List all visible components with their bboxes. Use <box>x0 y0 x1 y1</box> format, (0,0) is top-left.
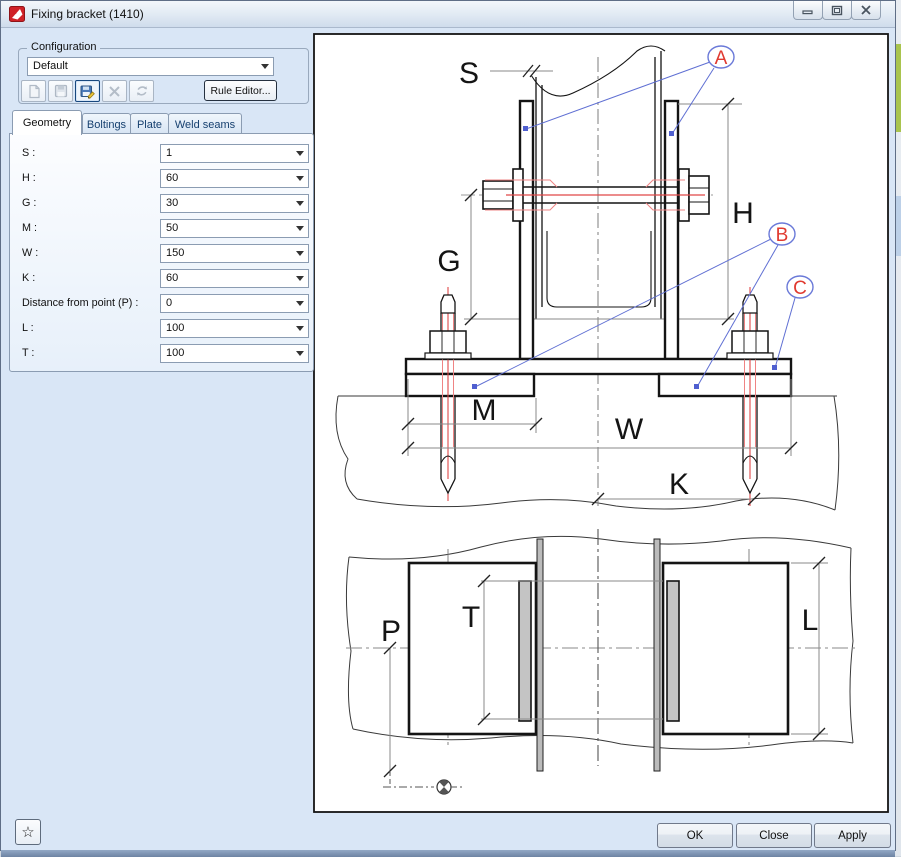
field-g-combo[interactable]: 30 <box>160 194 309 213</box>
save-config-button[interactable] <box>48 80 73 102</box>
chevron-down-icon <box>292 170 308 187</box>
field-l-label: L : <box>22 322 34 334</box>
packing-plate-left <box>406 374 534 396</box>
restore-button[interactable] <box>822 1 852 20</box>
configuration-selected-value: Default <box>33 60 68 72</box>
field-p-value: 0 <box>166 297 172 309</box>
field-m-combo[interactable]: 50 <box>160 219 309 238</box>
column-wall-left-plan <box>537 539 543 771</box>
chevron-down-icon <box>292 220 308 237</box>
column-wall-right-plan <box>654 539 660 771</box>
close-dialog-button[interactable]: Close <box>736 823 812 848</box>
geometry-panel: S : H : G : M : W : K : Distance from po… <box>9 133 314 372</box>
packing-plate-right <box>659 374 791 396</box>
rule-editor-button[interactable]: Rule Editor... <box>204 80 277 101</box>
field-h-combo[interactable]: 60 <box>160 169 309 188</box>
window-controls <box>794 1 881 20</box>
bracket-plate-left <box>520 101 533 359</box>
new-page-icon <box>27 84 41 99</box>
restore-icon <box>831 5 843 16</box>
chevron-down-icon <box>292 145 308 162</box>
new-config-button[interactable] <box>21 80 46 102</box>
close-icon <box>860 5 872 15</box>
dim-label-l: L <box>802 604 819 637</box>
field-w-value: 150 <box>166 247 184 259</box>
configuration-toolbar <box>21 80 154 102</box>
field-p-label: Distance from point (P) : <box>22 297 138 309</box>
bracket-plate-right-plan <box>667 581 679 721</box>
field-p-combo[interactable]: 0 <box>160 294 309 313</box>
refresh-icon <box>135 84 149 98</box>
tab-weld-seams[interactable]: Weld seams <box>168 113 242 135</box>
field-t-combo[interactable]: 100 <box>160 344 309 363</box>
tab-geometry[interactable]: Geometry <box>12 110 82 135</box>
field-w-combo[interactable]: 150 <box>160 244 309 263</box>
favorites-button[interactable]: ☆ <box>15 819 41 845</box>
dialog-window: Fixing bracket (1410) Configuration <box>0 0 896 851</box>
field-k-combo[interactable]: 60 <box>160 269 309 288</box>
field-k-label: K : <box>22 272 35 284</box>
app-icon <box>9 6 25 22</box>
balloon-b-letter: B <box>776 225 789 246</box>
tab-boltings[interactable]: Boltings <box>82 113 131 135</box>
chevron-down-icon <box>292 245 308 262</box>
ok-button[interactable]: OK <box>657 823 733 848</box>
close-button[interactable] <box>851 1 881 20</box>
chevron-down-icon <box>292 270 308 287</box>
field-g-label: G : <box>22 197 36 209</box>
chevron-down-icon <box>257 58 273 75</box>
dim-label-w: W <box>615 413 644 446</box>
field-w-label: W : <box>22 247 38 259</box>
minimize-icon <box>802 5 814 15</box>
balloon-a-letter: A <box>715 48 728 69</box>
plan-plate-left <box>409 563 536 734</box>
refresh-config-button[interactable] <box>129 80 154 102</box>
dim-label-s: S <box>459 57 479 90</box>
field-m-value: 50 <box>166 222 178 234</box>
minimize-button[interactable] <box>793 1 823 20</box>
apply-button[interactable]: Apply <box>814 823 891 848</box>
field-s-value: 1 <box>166 147 172 159</box>
field-g-value: 30 <box>166 197 178 209</box>
window-title: Fixing bracket (1410) <box>31 7 144 21</box>
balloon-c-letter: C <box>793 278 807 299</box>
field-s-label: S : <box>22 147 35 159</box>
chevron-down-icon <box>292 295 308 312</box>
field-h-value: 60 <box>166 172 178 184</box>
delete-config-button[interactable] <box>102 80 127 102</box>
field-h-label: H : <box>22 172 36 184</box>
chevron-down-icon <box>292 195 308 212</box>
dim-label-k: K <box>669 468 689 501</box>
save-as-icon <box>80 84 95 99</box>
field-t-label: T : <box>22 347 34 359</box>
field-s-combo[interactable]: 1 <box>160 144 309 163</box>
delete-x-icon <box>108 85 121 98</box>
dim-label-g: G <box>437 245 460 278</box>
field-m-label: M : <box>22 222 37 234</box>
field-l-combo[interactable]: 100 <box>160 319 309 338</box>
dim-label-h: H <box>732 197 754 230</box>
plan-plate-right <box>663 563 788 734</box>
field-t-value: 100 <box>166 347 184 359</box>
title-bar[interactable]: Fixing bracket (1410) <box>1 1 895 28</box>
save-as-config-button[interactable] <box>75 80 100 102</box>
base-plate <box>406 359 791 374</box>
star-icon: ☆ <box>21 823 34 841</box>
configuration-select[interactable]: Default <box>27 57 274 76</box>
chevron-down-icon <box>292 320 308 337</box>
dim-label-t: T <box>462 601 480 634</box>
drawing-canvas: S H G M W K <box>312 32 891 816</box>
configuration-legend: Configuration <box>27 41 100 53</box>
bracket-plate-right <box>665 101 678 359</box>
tab-plate[interactable]: Plate <box>130 113 169 135</box>
dim-label-p: P <box>381 615 401 648</box>
field-l-value: 100 <box>166 322 184 334</box>
dim-label-m: M <box>472 394 497 427</box>
save-icon <box>54 84 68 98</box>
field-k-value: 60 <box>166 272 178 284</box>
bracket-plate-left-plan <box>519 581 531 721</box>
chevron-down-icon <box>292 345 308 362</box>
